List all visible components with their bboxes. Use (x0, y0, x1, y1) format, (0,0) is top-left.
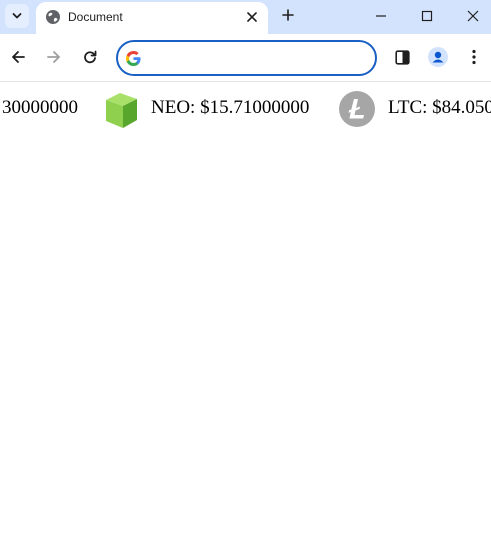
address-input[interactable] (152, 46, 366, 70)
back-button[interactable] (7, 46, 29, 68)
minimize-icon (376, 15, 386, 17)
forward-button[interactable] (43, 46, 65, 68)
new-tab-button[interactable] (278, 5, 298, 25)
chevron-down-icon (12, 13, 22, 19)
side-panel-icon (394, 49, 410, 65)
reload-button[interactable] (79, 46, 101, 68)
neo-logo-icon (106, 93, 137, 128)
litecoin-logo-icon (339, 91, 375, 127)
globe-icon (46, 10, 60, 24)
close-window-button[interactable] (459, 4, 487, 28)
side-panel-button[interactable] (391, 46, 413, 68)
tab-title: Document (68, 10, 123, 24)
maximize-button[interactable] (413, 4, 441, 28)
plus-icon (282, 9, 294, 21)
kebab-menu-icon (472, 49, 476, 65)
arrow-right-icon (47, 51, 60, 63)
profile-icon (428, 47, 448, 67)
tab-strip: Document (0, 0, 491, 34)
arrow-left-icon (12, 51, 25, 63)
tab-search-button[interactable] (5, 4, 29, 28)
ticker-price: NEO: $15.71000000 (151, 97, 310, 118)
browser-tab[interactable]: Document (36, 2, 268, 34)
profile-button[interactable] (427, 46, 449, 68)
menu-button[interactable] (463, 46, 485, 68)
reload-icon (84, 50, 97, 64)
close-icon (467, 10, 479, 22)
close-icon (247, 12, 257, 22)
minimize-button[interactable] (367, 4, 395, 28)
tab-close-button[interactable] (244, 9, 260, 25)
ticker-price: 30000000 (2, 97, 78, 118)
google-icon (126, 51, 141, 66)
ticker-price: LTC: $84.050 (388, 97, 491, 118)
browser-toolbar (0, 34, 491, 82)
maximize-icon (421, 10, 433, 22)
crypto-ticker: 30000000 NEO: $15.71000000 LTC: $84.050 (0, 88, 491, 130)
address-bar[interactable] (116, 40, 377, 76)
